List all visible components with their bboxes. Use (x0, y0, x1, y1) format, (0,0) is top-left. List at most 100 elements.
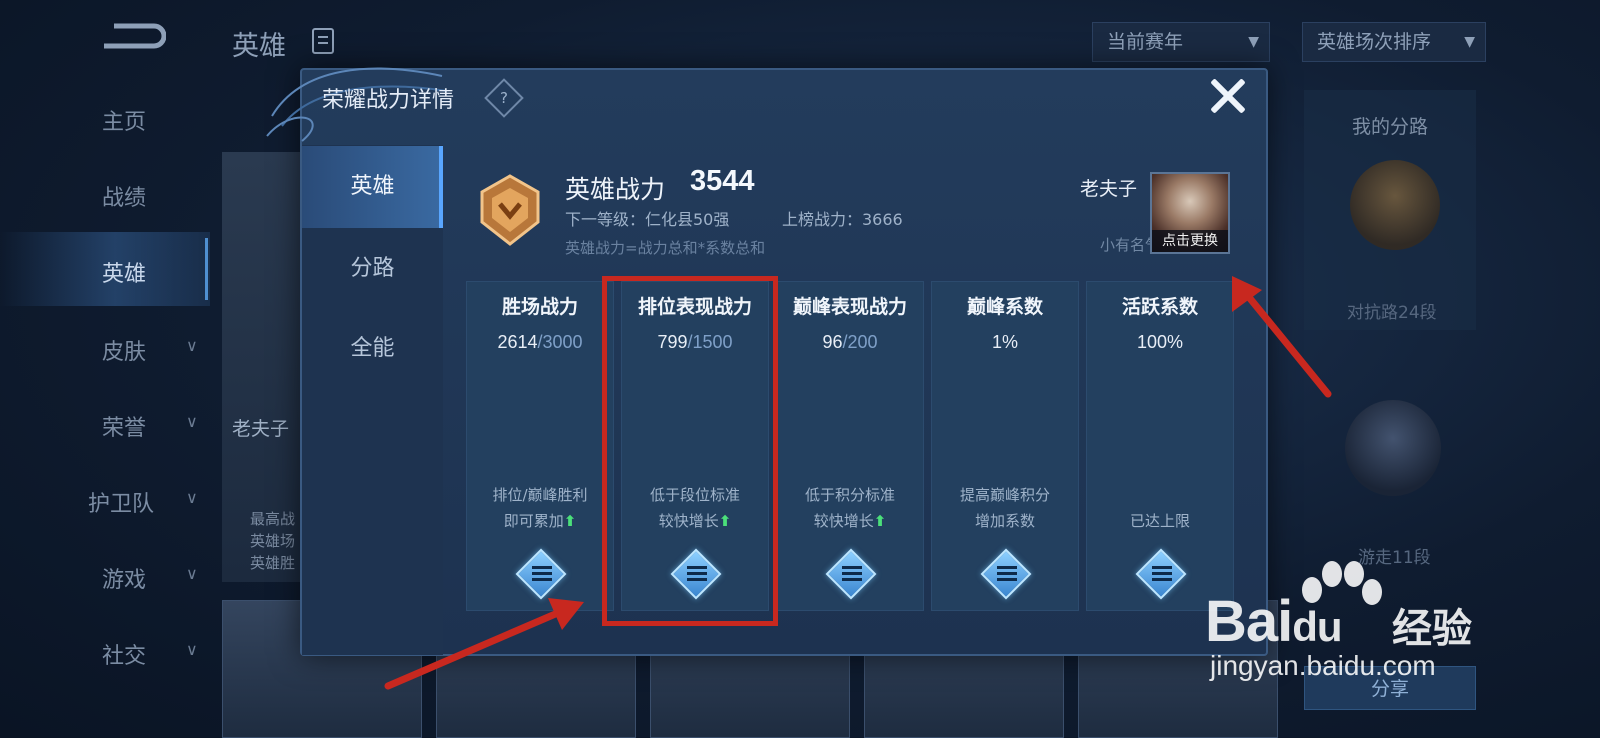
hero-name: 老夫子 (1080, 178, 1138, 200)
hero-card-line: 英雄场 (250, 532, 296, 550)
sidebar-item-label: 护卫队 (88, 492, 155, 517)
watermark-url: jingyan.baidu.com (1210, 650, 1436, 681)
chevron-down-icon: ∨ (186, 564, 198, 583)
stat-value: 96/200 (777, 332, 923, 353)
hero-avatar[interactable]: 点击更换 (1150, 172, 1230, 254)
up-arrow-icon: ⬆ (873, 512, 887, 530)
stat-title: 排位表现战力 (637, 296, 752, 318)
stat-hint: 即可累加⬆ (467, 510, 613, 531)
sidebar-item[interactable]: 护卫队 ∨ (0, 462, 210, 536)
stat-hint: 提高巅峰积分 (959, 486, 1050, 504)
stat-title: 胜场战力 (501, 296, 578, 318)
detail-list-icon[interactable] (515, 548, 567, 600)
season-select-value: 当前赛年 (1107, 31, 1184, 53)
chevron-down-icon: ▼ (1248, 34, 1259, 50)
stat-hint: 排位/巅峰胜利 (492, 486, 588, 504)
sidebar-item-label: 主页 (102, 110, 147, 135)
tab-hero[interactable]: 英雄 (302, 146, 443, 228)
stat-current: 2614 (497, 332, 538, 352)
watermark-brand: Baidu (1205, 588, 1343, 655)
chevron-down-icon: ∨ (186, 640, 198, 659)
sidebar-item-label: 战绩 (102, 186, 147, 211)
season-select[interactable]: 当前赛年 ▼ (1092, 22, 1270, 62)
power-emblem-icon (480, 174, 540, 246)
tab-allround[interactable]: 全能 (302, 308, 443, 390)
watermark-brand-bai: Bai (1205, 589, 1293, 654)
up-arrow-icon: ⬆ (718, 512, 732, 530)
lane-emblem-icon (1350, 160, 1440, 250)
dialog-title: 荣耀战力详情 (322, 88, 455, 113)
sidebar-item-label: 游戏 (102, 568, 147, 593)
change-avatar-button[interactable]: 点击更换 (1152, 230, 1228, 252)
stat-card: 排位表现战力 799/1500 低于段位标准较快增长⬆ (621, 281, 769, 611)
stat-hint-text: 增加系数 (974, 512, 1035, 530)
detail-list-icon[interactable] (980, 548, 1032, 600)
stat-hint: 已达上限 (1087, 510, 1233, 531)
sidebar-item-label: 荣誉 (102, 416, 147, 441)
chevron-down-icon: ∨ (186, 412, 198, 431)
stat-current: 1% (991, 332, 1018, 352)
stat-current: 799 (657, 332, 688, 352)
stat-value: 799/1500 (622, 332, 768, 353)
stat-title: 活跃系数 (1121, 296, 1198, 318)
hero-card-name: 老夫子 (232, 418, 290, 440)
stat-title: 巅峰表现战力 (792, 296, 907, 318)
tab-lane[interactable]: 分路 (302, 228, 443, 310)
stat-title: 巅峰系数 (966, 296, 1043, 318)
stat-current: 100% (1136, 332, 1184, 352)
close-icon[interactable] (1208, 76, 1248, 116)
up-arrow-icon: ⬆ (563, 512, 577, 530)
watermark-brand-cn: 经验 (1392, 606, 1472, 652)
lane-rank: 对抗路24段 (1347, 303, 1437, 323)
stat-value: 2614/3000 (467, 332, 613, 353)
sidebar-item-label: 皮肤 (102, 340, 147, 365)
sidebar-item[interactable]: 游戏 ∨ (0, 538, 210, 612)
sidebar-item[interactable]: 战绩 (0, 156, 210, 230)
stat-current: 96 (822, 332, 843, 352)
next-level: 下一等级：仁化县50强 (565, 210, 730, 229)
chevron-down-icon: ∨ (186, 488, 198, 507)
stat-max: 1500 (692, 332, 733, 352)
stat-card: 巅峰表现战力 96/200 低于积分标准较快增长⬆ (776, 281, 924, 611)
sidebar-item-label: 社交 (102, 644, 147, 669)
stat-card: 活跃系数 100% 已达上限 (1086, 281, 1234, 611)
detail-list-icon[interactable] (825, 548, 877, 600)
stat-hint-text: 较快增长 (658, 512, 719, 530)
sidebar-item[interactable]: 主页 (0, 80, 210, 154)
stat-hint: 较快增长⬆ (622, 510, 768, 531)
stat-value: 1% (932, 332, 1078, 353)
detail-list-icon[interactable] (670, 548, 722, 600)
stat-card: 胜场战力 2614/3000 排位/巅峰胜利即可累加⬆ (466, 281, 614, 611)
stat-card: 巅峰系数 1% 提高巅峰积分 增加系数 (931, 281, 1079, 611)
stat-hint-text: 即可累加 (503, 512, 564, 530)
help-glyph: ? (500, 89, 508, 107)
stat-hint: 低于段位标准 (649, 486, 740, 504)
chevron-down-icon: ∨ (186, 336, 198, 355)
chevron-down-icon: ▼ (1464, 34, 1475, 50)
stat-hint-text: 较快增长 (813, 512, 874, 530)
list-icon[interactable] (312, 28, 334, 54)
hero-power-value: 3544 (690, 165, 755, 197)
lane-emblem-icon (1345, 400, 1441, 496)
hero-card-line: 最高战 (250, 510, 296, 528)
sidebar-item[interactable]: 皮肤 ∨ (0, 310, 210, 384)
watermark-brand-du: du (1292, 603, 1342, 650)
stat-hint-text: 已达上限 (1129, 512, 1190, 530)
sidebar-item[interactable]: 英雄 (0, 232, 210, 306)
lane-panel-title: 我的分路 (1352, 116, 1429, 138)
sidebar-item[interactable]: 社交 ∨ (0, 614, 210, 688)
stat-max: 3000 (542, 332, 583, 352)
stat-hint: 低于积分标准 (804, 486, 895, 504)
sort-select[interactable]: 英雄场次排序 ▼ (1302, 22, 1486, 62)
back-icon[interactable] (100, 22, 166, 56)
sidebar-item-label: 英雄 (102, 262, 147, 287)
sort-select-value: 英雄场次排序 (1317, 31, 1432, 53)
hero-card-line: 英雄胜 (250, 554, 296, 572)
hero-power-label: 英雄战力 (565, 175, 666, 204)
sidebar-item[interactable]: 荣誉 ∨ (0, 386, 210, 460)
stat-value: 100% (1087, 332, 1233, 353)
detail-list-icon[interactable] (1135, 548, 1187, 600)
stat-hint: 增加系数 (932, 510, 1078, 531)
list-power: 上榜战力：3666 (782, 210, 903, 229)
stat-hint: 较快增长⬆ (777, 510, 923, 531)
